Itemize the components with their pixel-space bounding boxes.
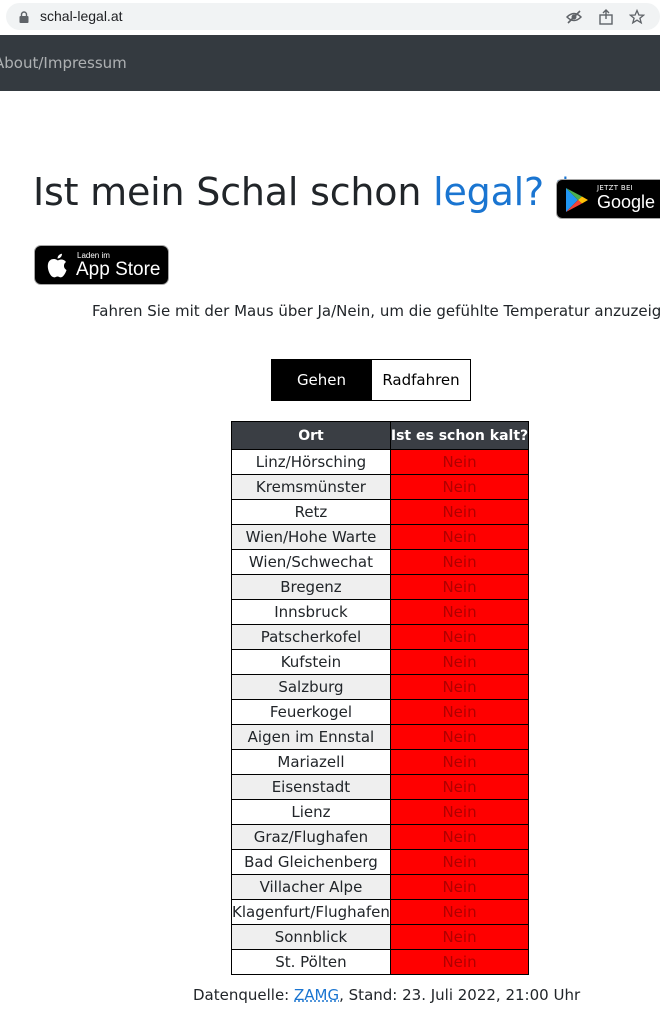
location-cell: Retz — [231, 499, 391, 525]
title-accent: legal? — [433, 170, 544, 214]
location-cell: Sonnblick — [231, 924, 391, 950]
title-main: Ist mein Schal schon — [33, 170, 434, 214]
hover-hint: Fahren Sie mit der Maus über Ja/Nein, um… — [92, 302, 660, 320]
zamg-link[interactable]: ZAMG — [294, 986, 339, 1004]
cold-status-cell[interactable]: Nein — [389, 924, 530, 950]
table-row: Linz/Hörsching Nein — [231, 449, 530, 475]
cold-status-cell[interactable]: Nein — [389, 824, 530, 850]
location-cell: St. Pölten — [231, 949, 391, 975]
cold-status-cell[interactable]: Nein — [389, 449, 530, 475]
table-row: St. Pölten Nein — [231, 949, 530, 975]
location-cell: Patscherkofel — [231, 624, 391, 650]
location-cell: Salzburg — [231, 674, 391, 700]
location-cell: Bad Gleichenberg — [231, 849, 391, 875]
location-cell: Lienz — [231, 799, 391, 825]
table-row: Patscherkofel Nein — [231, 624, 530, 650]
mode-toggle: Gehen Radfahren — [271, 359, 471, 401]
app-store-big-text: App Store — [76, 259, 161, 280]
table-row: Retz Nein — [231, 499, 530, 525]
location-cell: Bregenz — [231, 574, 391, 600]
google-play-icon — [566, 188, 588, 212]
table-row: Feuerkogel Nein — [231, 699, 530, 725]
weather-table: Ort Ist es schon kalt? Linz/Hörsching Nei… — [231, 421, 530, 975]
table-row: Bregenz Nein — [231, 574, 530, 600]
google-play-big-text: Google Play — [597, 192, 660, 212]
cold-status-cell[interactable]: Nein — [389, 624, 530, 650]
table-row: Mariazell Nein — [231, 749, 530, 775]
table-row: Innsbruck Nein — [231, 599, 530, 625]
navbar: About/Impressum — [0, 35, 660, 91]
cold-status-cell[interactable]: Nein — [389, 524, 530, 550]
cold-status-cell[interactable]: Nein — [389, 749, 530, 775]
cold-status-cell[interactable]: Nein — [389, 499, 530, 525]
location-cell: Aigen im Ennstal — [231, 724, 391, 750]
data-source: Datenquelle: ZAMG, Stand: 23. Juli 2022,… — [193, 986, 580, 1004]
table-row: Graz/Flughafen Nein — [231, 824, 530, 850]
column-header-ort: Ort — [231, 421, 391, 450]
eye-off-icon[interactable] — [566, 9, 582, 25]
location-cell: Linz/Hörsching — [231, 449, 391, 475]
location-cell: Innsbruck — [231, 599, 391, 625]
toggle-gehen-button[interactable]: Gehen — [272, 360, 371, 400]
location-cell: Graz/Flughafen — [231, 824, 391, 850]
table-row: Lienz Nein — [231, 799, 530, 825]
lock-icon[interactable] — [18, 11, 30, 23]
table-row: Klagenfurt/Flughafen Nein — [231, 899, 530, 925]
toggle-radfahren-button[interactable]: Radfahren — [371, 360, 470, 400]
cold-status-cell[interactable]: Nein — [389, 549, 530, 575]
url-text[interactable]: schal-legal.at — [40, 8, 123, 24]
table-row: Sonnblick Nein — [231, 924, 530, 950]
cold-status-cell[interactable]: Nein — [389, 599, 530, 625]
location-cell: Feuerkogel — [231, 699, 391, 725]
address-bar[interactable]: schal-legal.at — [6, 3, 660, 30]
cold-status-cell[interactable]: Nein — [389, 724, 530, 750]
star-icon[interactable] — [629, 9, 645, 25]
location-cell: Villacher Alpe — [231, 874, 391, 900]
page-title: Ist mein Schal schon legal? * — [33, 170, 575, 214]
cold-status-cell[interactable]: Nein — [389, 799, 530, 825]
cold-status-cell[interactable]: Nein — [389, 699, 530, 725]
location-cell: Kufstein — [231, 649, 391, 675]
table-row: Wien/Hohe Warte Nein — [231, 524, 530, 550]
google-play-small-text: JETZT BEI — [597, 184, 634, 192]
nav-link-about[interactable]: About/Impressum — [0, 54, 127, 72]
cold-status-cell[interactable]: Nein — [389, 674, 530, 700]
location-cell: Eisenstadt — [231, 774, 391, 800]
google-play-badge[interactable]: JETZT BEI Google Play — [556, 179, 660, 219]
table-row: Wien/Schwechat Nein — [231, 549, 530, 575]
location-cell: Wien/Hohe Warte — [231, 524, 391, 550]
table-row: Bad Gleichenberg Nein — [231, 849, 530, 875]
table-row: Villacher Alpe Nein — [231, 874, 530, 900]
column-header-kalt: Ist es schon kalt? — [389, 421, 530, 450]
source-prefix: Datenquelle: — [193, 986, 295, 1004]
location-cell: Kremsmünster — [231, 474, 391, 500]
location-cell: Mariazell — [231, 749, 391, 775]
cold-status-cell[interactable]: Nein — [389, 899, 530, 925]
cold-status-cell[interactable]: Nein — [389, 774, 530, 800]
table-row: Eisenstadt Nein — [231, 774, 530, 800]
cold-status-cell[interactable]: Nein — [389, 874, 530, 900]
cold-status-cell[interactable]: Nein — [389, 649, 530, 675]
app-store-badge[interactable]: Laden im App Store — [34, 245, 169, 285]
location-cell: Wien/Schwechat — [231, 549, 391, 575]
share-icon[interactable] — [598, 9, 614, 25]
cold-status-cell[interactable]: Nein — [389, 849, 530, 875]
browser-toolbar: schal-legal.at — [0, 0, 660, 34]
table-row: Kufstein Nein — [231, 649, 530, 675]
location-cell: Klagenfurt/Flughafen — [231, 899, 391, 925]
apple-icon — [47, 253, 67, 278]
table-row: Salzburg Nein — [231, 674, 530, 700]
table-row: Aigen im Ennstal Nein — [231, 724, 530, 750]
source-suffix: , Stand: 23. Juli 2022, 21:00 Uhr — [339, 986, 581, 1004]
cold-status-cell[interactable]: Nein — [389, 574, 530, 600]
cold-status-cell[interactable]: Nein — [389, 474, 530, 500]
cold-status-cell[interactable]: Nein — [389, 949, 530, 975]
table-header-row: Ort Ist es schon kalt? — [231, 421, 530, 450]
table-row: Kremsmünster Nein — [231, 474, 530, 500]
